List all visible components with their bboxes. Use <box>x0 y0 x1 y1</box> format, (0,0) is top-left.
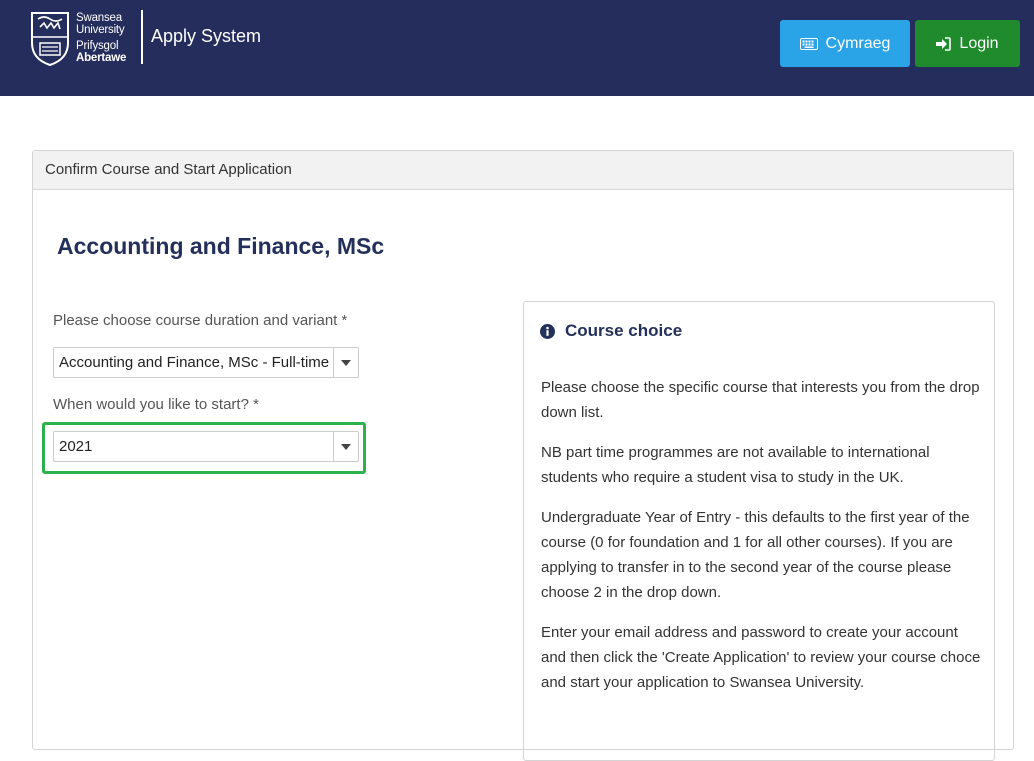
course-choice-info-box: Course choice Please choose the specific… <box>523 301 995 761</box>
panel-heading: Confirm Course and Start Application <box>33 151 1013 190</box>
duration-select[interactable]: Accounting and Finance, MSc - Full-time <box>53 347 359 378</box>
info-circle-icon <box>540 323 555 339</box>
crest-icon <box>31 12 69 67</box>
app-title: Apply System <box>151 26 262 46</box>
keyboard-icon <box>799 37 818 50</box>
start-select[interactable]: 2021 <box>53 431 359 462</box>
university-name: Swansea University Prifysgol Abertawe <box>76 12 126 65</box>
login-label: Login <box>959 34 999 52</box>
logo-line-1: Swansea <box>76 11 122 24</box>
info-title: Course choice <box>565 321 683 340</box>
info-paragraph: Please choose the specific course that i… <box>541 379 980 421</box>
info-body: Please choose the specific course that i… <box>541 375 981 710</box>
course-title: Accounting and Finance, MSc <box>57 233 385 259</box>
chevron-down-icon[interactable] <box>333 348 358 377</box>
info-paragraph: Undergraduate Year of Entry - this defau… <box>541 509 970 601</box>
university-logo[interactable]: Swansea University Prifysgol Abertawe <box>28 8 148 68</box>
sign-in-icon <box>936 36 952 51</box>
info-paragraph: NB part time programmes are not availabl… <box>541 444 930 486</box>
logo-divider <box>141 10 143 64</box>
duration-label: Please choose course duration and varian… <box>53 312 348 329</box>
duration-select-value: Accounting and Finance, MSc - Full-time <box>59 354 330 371</box>
logo-line-2: University <box>76 24 125 36</box>
application-panel: Confirm Course and Start Application Acc… <box>32 150 1014 761</box>
start-label: When would you like to start? * <box>53 396 259 413</box>
info-paragraph: Enter your email address and password to… <box>541 624 981 691</box>
logo-line-3: Prifysgol <box>76 39 119 52</box>
info-heading: Course choice <box>540 321 682 341</box>
cymraeg-label: Cymraeg <box>825 34 891 52</box>
cymraeg-button[interactable]: Cymraeg <box>780 20 910 67</box>
top-navbar: Swansea University Prifysgol Abertawe Ap… <box>0 0 1034 96</box>
start-select-value: 2021 <box>59 438 93 455</box>
login-button[interactable]: Login <box>915 20 1020 67</box>
chevron-down-icon[interactable] <box>333 432 358 461</box>
logo-line-4: Abertawe <box>76 52 127 64</box>
